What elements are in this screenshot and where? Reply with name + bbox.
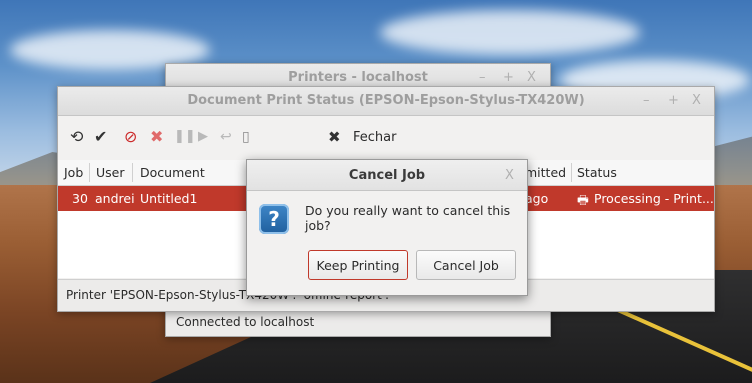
cell-status: Processing - Print... — [594, 191, 714, 206]
maximize-button[interactable]: + — [503, 70, 514, 85]
column-user[interactable]: User — [96, 165, 125, 180]
question-icon: ? — [259, 204, 289, 234]
minimize-button[interactable]: – — [643, 93, 650, 108]
status-titlebar[interactable]: Document Print Status (EPSON-Epson-Stylu… — [58, 87, 714, 116]
delete-x-icon[interactable]: ✖ — [150, 128, 163, 146]
close-button[interactable]: X — [692, 93, 701, 108]
minimize-button[interactable]: – — [479, 70, 486, 85]
dialog-close-button[interactable]: X — [505, 168, 514, 183]
column-submitted[interactable]: mitted — [525, 165, 566, 180]
cloud — [380, 10, 640, 55]
close-icon[interactable]: ✖ — [328, 128, 341, 146]
status-window-title: Document Print Status (EPSON-Epson-Stylu… — [187, 93, 585, 108]
cancel-job-dialog: Cancel Job X ? Do you really want to can… — [246, 159, 528, 296]
column-job[interactable]: Job — [64, 165, 83, 180]
check-icon[interactable]: ✔ — [94, 128, 107, 146]
refresh-icon[interactable]: ⟲ — [70, 128, 83, 146]
dialog-message: Do you really want to cancel this job? — [305, 203, 511, 233]
reprint-icon[interactable]: ↩ — [220, 128, 232, 146]
dialog-titlebar[interactable]: Cancel Job X — [247, 160, 527, 191]
pause-icon[interactable]: ❚❚ — [174, 128, 196, 146]
dialog-title: Cancel Job — [348, 168, 426, 183]
play-icon[interactable]: ▶ — [198, 128, 208, 146]
close-button[interactable]: X — [527, 70, 536, 85]
column-separator — [571, 163, 572, 182]
cell-job: 30 — [72, 191, 88, 206]
close-button-label[interactable]: Fechar — [353, 130, 396, 145]
toolbar: ⟲ ✔ ⊘ ✖ ❚❚ ▶ ↩ ▯ ✖ Fechar — [58, 116, 714, 161]
keep-printing-button[interactable]: Keep Printing — [308, 250, 408, 280]
column-document[interactable]: Document — [140, 165, 205, 180]
cancel-job-button[interactable]: Cancel Job — [416, 250, 516, 280]
maximize-button[interactable]: + — [668, 93, 679, 108]
cell-user: andrei — [95, 191, 135, 206]
cell-document: Untitled1 — [140, 191, 198, 206]
column-separator — [132, 163, 133, 182]
column-status[interactable]: Status — [577, 165, 617, 180]
printers-window-title: Printers - localhost — [288, 70, 428, 85]
move-job-icon[interactable]: ▯ — [242, 128, 250, 146]
cancel-circle-icon[interactable]: ⊘ — [124, 128, 137, 146]
cell-submitted: ago — [525, 191, 549, 206]
column-separator — [89, 163, 90, 182]
printer-icon: 🖶 — [577, 192, 589, 207]
